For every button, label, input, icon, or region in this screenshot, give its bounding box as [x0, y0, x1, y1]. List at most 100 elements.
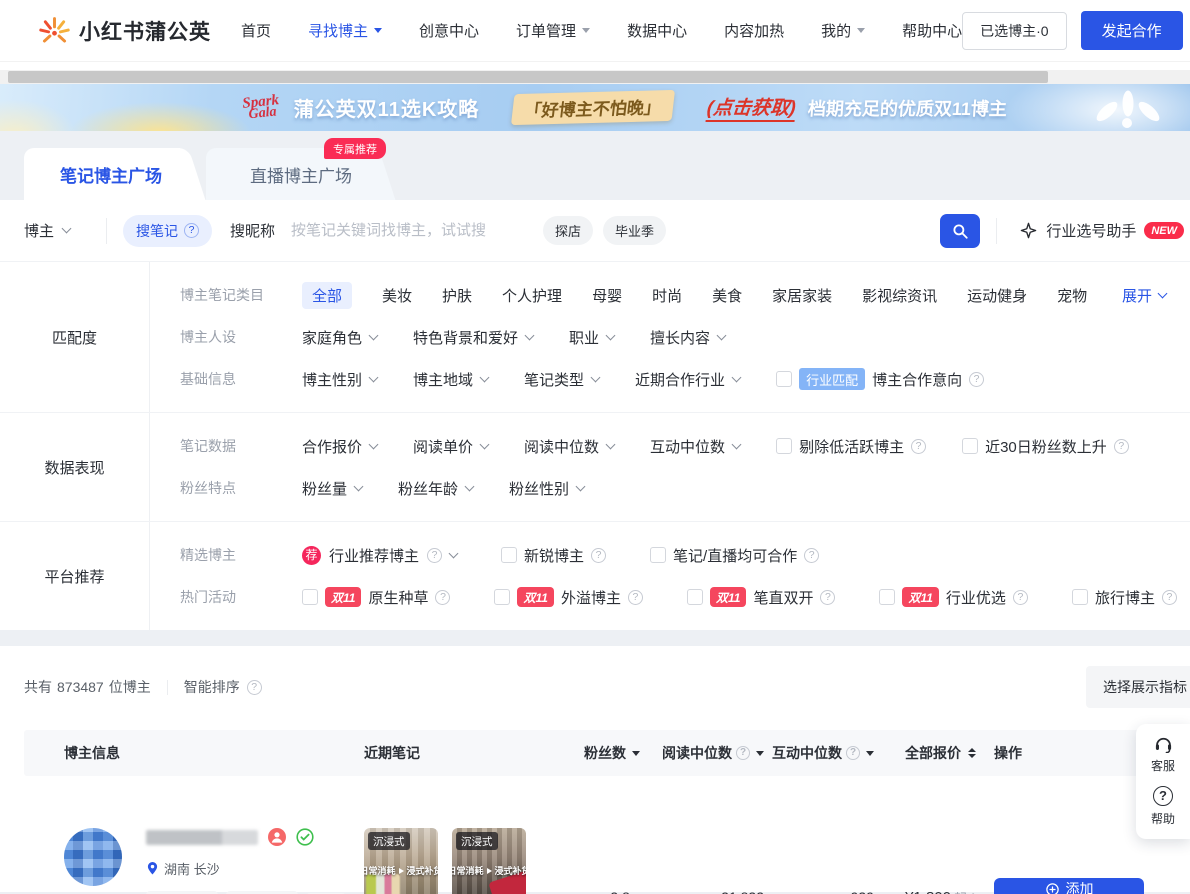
price-link[interactable]: ¥1,800 起 — [874, 888, 976, 894]
filter-note-live-both[interactable]: 笔记/直播均可合作 — [650, 545, 819, 566]
question-icon[interactable] — [427, 548, 442, 563]
info-icon[interactable] — [736, 746, 750, 760]
customer-service-button[interactable]: 客服 — [1136, 734, 1190, 774]
note-thumbnail-1[interactable]: 沉浸式 日常消耗 浸式补货 — [364, 828, 438, 894]
question-icon[interactable] — [911, 439, 926, 454]
dropdown-recent-industry[interactable]: 近期合作行业 — [635, 369, 740, 390]
question-icon[interactable] — [969, 372, 984, 387]
dropdown-fans-age[interactable]: 粉丝年龄 — [398, 478, 473, 499]
category-pets[interactable]: 宠物 — [1057, 285, 1087, 306]
category-all[interactable]: 全部 — [302, 282, 352, 309]
tab-live-blogger-plaza[interactable]: 直播博主广场 专属推荐 — [206, 148, 370, 200]
nav-item-help-center[interactable]: 帮助中心 — [902, 20, 962, 41]
checkbox[interactable] — [501, 547, 517, 563]
checkbox[interactable] — [962, 438, 978, 454]
blogger-name-redacted[interactable] — [146, 830, 258, 845]
filter-travel-bloggers[interactable]: 旅行博主 — [1072, 587, 1177, 608]
question-icon[interactable] — [628, 590, 643, 605]
dropdown-read-median[interactable]: 阅读中位数 — [524, 436, 614, 457]
search-input[interactable] — [291, 222, 533, 239]
banner-quote[interactable]: 「好博主不怕晚」 — [511, 90, 675, 125]
category-food[interactable]: 美食 — [712, 285, 742, 306]
dropdown-fans-count[interactable]: 粉丝量 — [302, 478, 362, 499]
sort-label[interactable]: 智能排序 — [184, 677, 240, 697]
search-mode-nickname[interactable]: 搜昵称 — [230, 220, 275, 241]
industry-assistant-link[interactable]: 行业选号助手 NEW — [996, 218, 1184, 244]
dropdown-cooperation-price[interactable]: 合作报价 — [302, 436, 377, 457]
dropdown-occupation[interactable]: 职业 — [569, 327, 614, 348]
search-button[interactable] — [940, 214, 980, 248]
category-skincare[interactable]: 护肤 — [442, 285, 472, 306]
dropdown-family-role[interactable]: 家庭角色 — [302, 327, 377, 348]
category-maternal[interactable]: 母婴 — [592, 285, 622, 306]
dropdown-industry-recommended[interactable]: 荐 行业推荐博主 — [302, 545, 457, 566]
checkbox[interactable] — [302, 589, 318, 605]
question-icon[interactable] — [1114, 439, 1129, 454]
filter-remove-inactive[interactable]: 剔除低活跃博主 — [776, 436, 926, 457]
dropdown-background-hobby[interactable]: 特色背景和爱好 — [413, 327, 533, 348]
sort-desc-icon[interactable] — [866, 751, 874, 756]
search-target-dropdown[interactable]: 博主 — [24, 220, 106, 241]
info-icon[interactable] — [247, 680, 262, 695]
dropdown-note-type[interactable]: 笔记类型 — [524, 369, 599, 390]
filter-cooperation-intent[interactable]: 行业匹配 博主合作意向 — [776, 368, 984, 390]
nav-item-find-bloggers[interactable]: 寻找博主 — [308, 20, 382, 41]
question-icon[interactable] — [804, 548, 819, 563]
selected-bloggers-button[interactable]: 已选博主·0 — [962, 12, 1066, 50]
expand-button[interactable]: 展开 — [1122, 285, 1166, 306]
dropdown-blogger-gender[interactable]: 博主性别 — [302, 369, 377, 390]
brand-logo[interactable]: 小红书蒲公英 — [38, 14, 211, 47]
category-film-tv[interactable]: 影视综资讯 — [862, 285, 937, 306]
info-icon[interactable] — [846, 746, 860, 760]
nav-item-creative-center[interactable]: 创意中心 — [419, 20, 479, 41]
search-mode-notes[interactable]: 搜笔记 — [123, 215, 212, 247]
sort-both-icon[interactable] — [968, 748, 976, 758]
sort-desc-icon[interactable] — [756, 751, 764, 756]
checkbox[interactable] — [776, 371, 792, 387]
dropdown-fans-gender[interactable]: 粉丝性别 — [509, 478, 584, 499]
scrollbar-thumb[interactable] — [8, 71, 1048, 83]
category-fashion[interactable]: 时尚 — [652, 285, 682, 306]
question-icon[interactable] — [1013, 590, 1028, 605]
checkbox[interactable] — [687, 589, 703, 605]
category-beauty[interactable]: 美妆 — [382, 285, 412, 306]
filter-fans-rising-30d[interactable]: 近30日粉丝数上升 — [962, 436, 1129, 457]
column-interaction-median[interactable]: 互动中位数 — [764, 743, 874, 763]
question-icon[interactable] — [184, 223, 199, 238]
filter-d11-note-live[interactable]: 双11 笔直双开 — [687, 587, 835, 608]
filter-d11-spillover[interactable]: 双11 外溢博主 — [494, 587, 642, 608]
banner-cta-link[interactable]: (点击获取) — [706, 93, 798, 122]
question-icon[interactable] — [591, 548, 606, 563]
hot-tag-store-visit[interactable]: 探店 — [543, 216, 593, 245]
dropdown-content-specialty[interactable]: 擅长内容 — [650, 327, 725, 348]
start-cooperation-button[interactable]: 发起合作 — [1081, 11, 1183, 50]
category-fitness[interactable]: 运动健身 — [967, 285, 1027, 306]
checkbox[interactable] — [494, 589, 510, 605]
dropdown-read-unit-price[interactable]: 阅读单价 — [413, 436, 488, 457]
checkbox[interactable] — [879, 589, 895, 605]
nav-item-mine[interactable]: 我的 — [821, 20, 865, 41]
column-all-prices[interactable]: 全部报价 — [874, 743, 976, 763]
nav-item-data-center[interactable]: 数据中心 — [627, 20, 687, 41]
horizontal-scrollbar[interactable] — [0, 70, 1190, 84]
dropdown-interaction-median[interactable]: 互动中位数 — [650, 436, 740, 457]
category-home-decor[interactable]: 家居家装 — [772, 285, 832, 306]
hot-tag-graduation[interactable]: 毕业季 — [603, 216, 666, 245]
note-thumbnail-2[interactable]: 沉浸式 日常消耗 浸式补货 — [452, 828, 526, 894]
column-fans-count[interactable]: 粉丝数 — [564, 743, 640, 763]
filter-d11-industry-select[interactable]: 双11 行业优选 — [879, 587, 1027, 608]
help-button[interactable]: 帮助 — [1136, 786, 1190, 827]
column-read-median[interactable]: 阅读中位数 — [640, 743, 764, 763]
checkbox[interactable] — [776, 438, 792, 454]
dropdown-blogger-region[interactable]: 博主地域 — [413, 369, 488, 390]
question-icon[interactable] — [1162, 590, 1177, 605]
checkbox[interactable] — [650, 547, 666, 563]
add-button[interactable]: 添加 — [994, 878, 1144, 894]
question-icon[interactable] — [820, 590, 835, 605]
nav-item-content-heating[interactable]: 内容加热 — [724, 20, 784, 41]
nav-item-order-management[interactable]: 订单管理 — [516, 20, 590, 41]
filter-d11-native-seeding[interactable]: 双11 原生种草 — [302, 587, 450, 608]
question-icon[interactable] — [435, 590, 450, 605]
promo-banner[interactable]: Spark Gala 蒲公英双11选K攻略 「好博主不怕晚」 (点击获取) 档期… — [0, 84, 1190, 131]
select-display-metrics-button[interactable]: 选择展示指标 — [1086, 666, 1190, 708]
